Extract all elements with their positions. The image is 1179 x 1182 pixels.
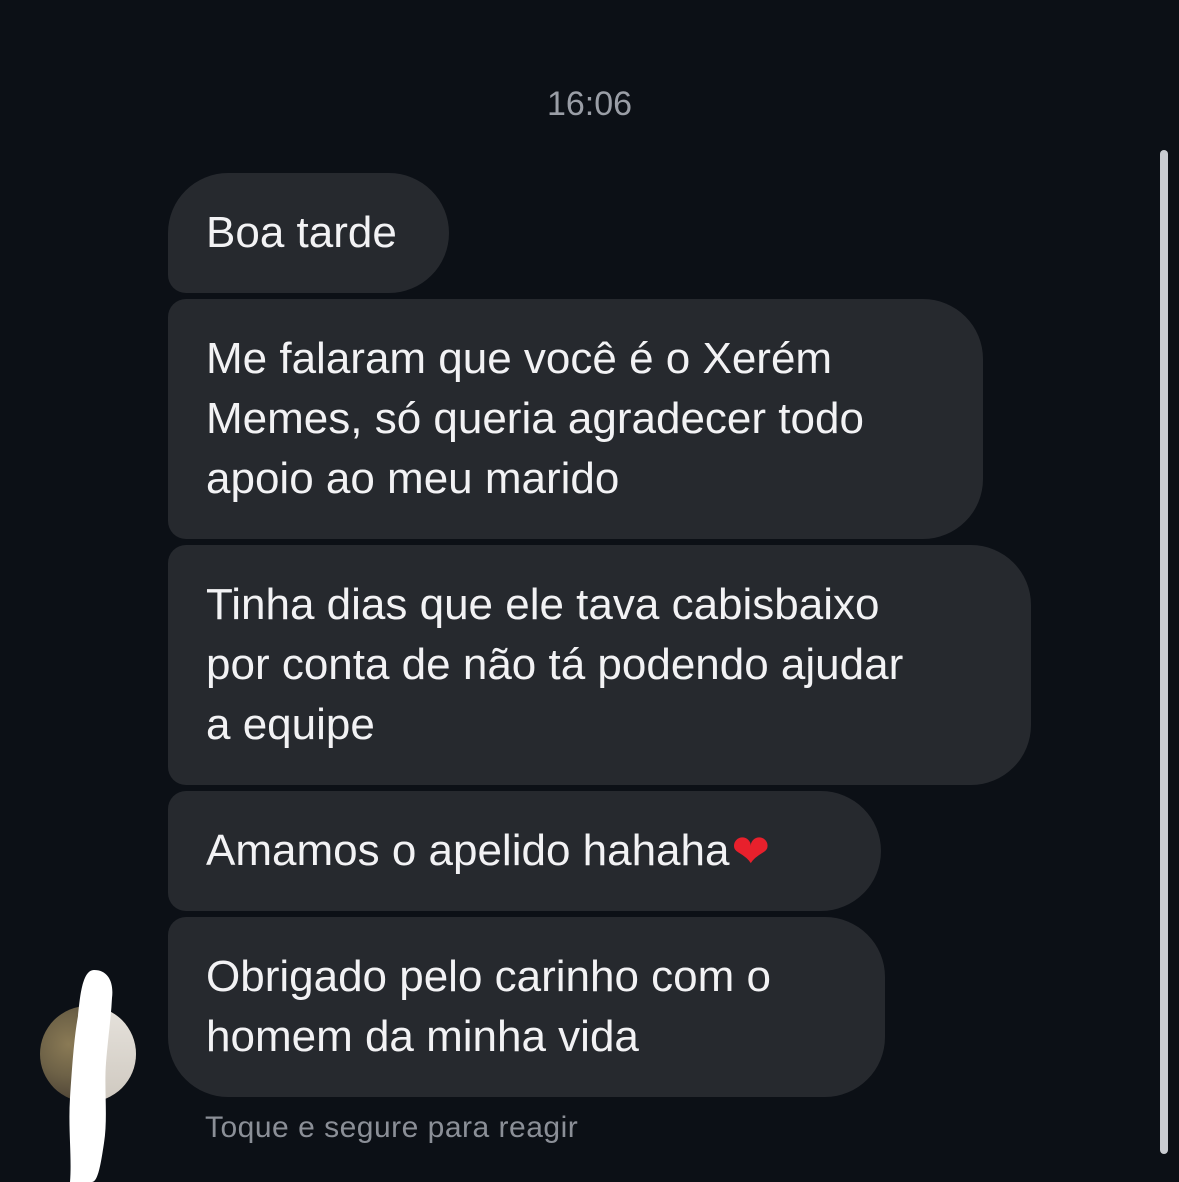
message-text: Me falaram que você é o Xerém Memes, só …	[206, 334, 864, 503]
message-bubble[interactable]: Me falaram que você é o Xerém Memes, só …	[168, 299, 983, 539]
message-bubble[interactable]: Tinha dias que ele tava cabisbaixo por c…	[168, 545, 1031, 785]
reaction-hint: Toque e segure para reagir	[205, 1111, 579, 1144]
message-text: Boa tarde	[206, 208, 397, 257]
message-text: Amamos o apelido hahaha	[206, 826, 730, 875]
message-bubble[interactable]: Amamos o apelido hahaha ❤	[168, 791, 881, 911]
message-text: Obrigado pelo carinho com o homem da min…	[206, 952, 771, 1061]
heart-icon: ❤	[731, 824, 771, 878]
message-text: Tinha dias que ele tava cabisbaixo por c…	[206, 580, 904, 749]
message-bubble[interactable]: Boa tarde	[168, 173, 449, 293]
message-bubble[interactable]: Obrigado pelo carinho com o homem da min…	[168, 917, 885, 1097]
scrollbar[interactable]	[1160, 150, 1168, 1154]
chat-timestamp: 16:06	[546, 85, 633, 123]
redaction-mark	[69, 970, 113, 1182]
